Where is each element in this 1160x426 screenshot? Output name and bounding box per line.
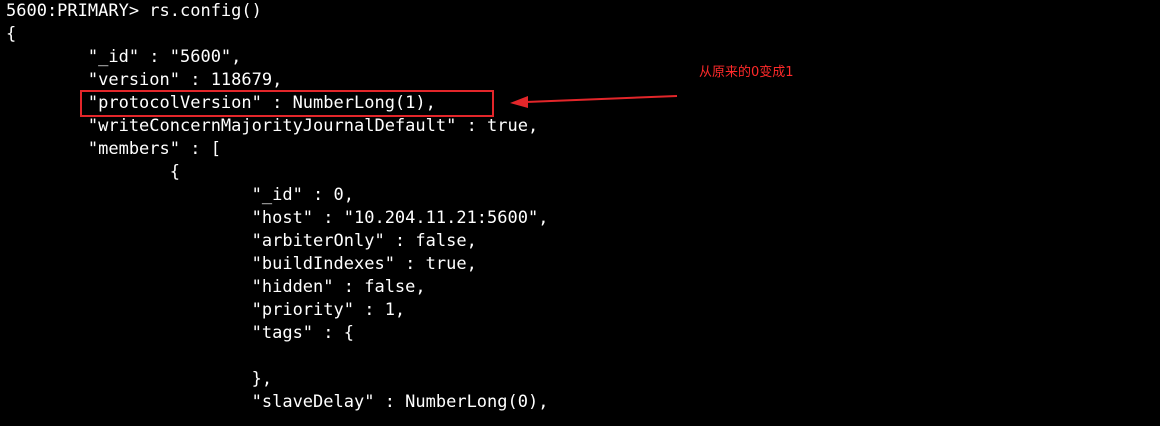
terminal-line: "buildIndexes" : true, [6, 254, 477, 274]
terminal-line: "_id" : 0, [6, 185, 354, 205]
terminal-line: "hidden" : false, [6, 277, 426, 297]
terminal-line: "slaveDelay" : NumberLong(0), [6, 392, 549, 412]
terminal-line: "tags" : { [6, 323, 354, 343]
terminal-line: "host" : "10.204.11.21:5600", [6, 208, 549, 228]
terminal-line: "arbiterOnly" : false, [6, 231, 477, 251]
terminal-line: { [6, 24, 17, 44]
terminal-line: }, [6, 369, 273, 389]
terminal-line: "priority" : 1, [6, 300, 406, 320]
terminal-line: { [6, 162, 180, 182]
terminal-line: "members" : [ [6, 139, 221, 159]
terminal-line: "version" : 118679, [6, 70, 283, 90]
terminal-window[interactable]: 5600:PRIMARY> rs.config() { "_id" : "560… [0, 0, 1160, 426]
terminal-line-prompt: 5600:PRIMARY> rs.config() [6, 1, 262, 21]
terminal-line: "writeConcernMajorityJournalDefault" : t… [6, 116, 539, 136]
annotation-note: 从原来的0变成1 [699, 65, 794, 80]
terminal-line: "_id" : "5600", [6, 47, 242, 67]
annotation-highlight-box [80, 90, 494, 117]
